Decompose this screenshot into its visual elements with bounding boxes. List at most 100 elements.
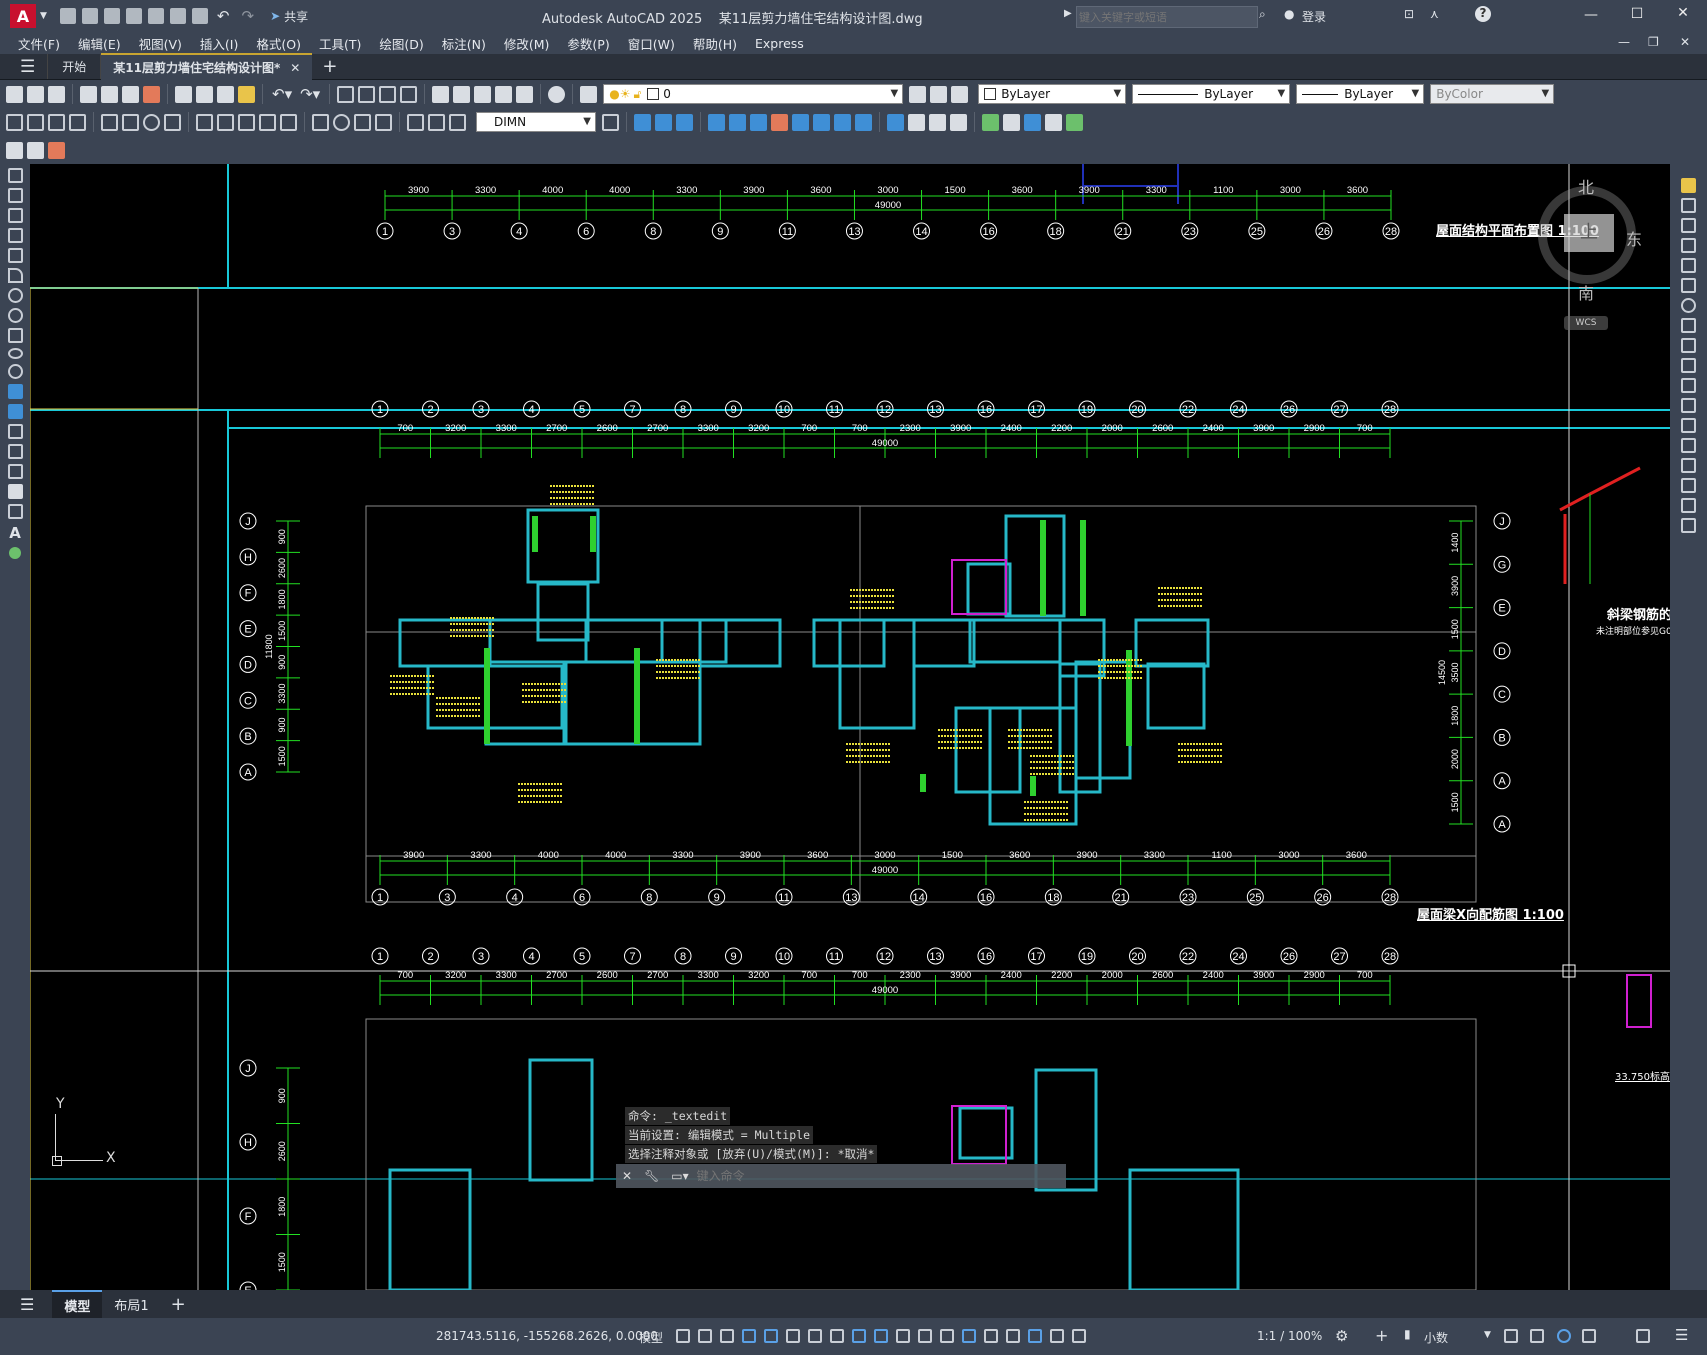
ortho-icon[interactable] bbox=[764, 1329, 778, 1343]
construction-line-icon[interactable] bbox=[7, 188, 23, 203]
tab-start[interactable]: 开始 bbox=[47, 54, 102, 79]
copy-icon[interactable] bbox=[1681, 198, 1696, 213]
doc-minimize-button[interactable]: — bbox=[1618, 35, 1630, 49]
dimstyle-dropdown[interactable]: DIMN ▼ bbox=[476, 112, 596, 132]
layer-tools-icon[interactable] bbox=[48, 141, 65, 159]
zoom-realtime-icon[interactable] bbox=[358, 85, 376, 103]
move-faces-icon[interactable] bbox=[729, 113, 746, 131]
menu-dimension[interactable]: 标注(N) bbox=[442, 34, 486, 53]
cart-icon[interactable]: ⊡ bbox=[1404, 7, 1414, 21]
pan-icon[interactable] bbox=[337, 85, 355, 103]
redo-icon[interactable]: ↷ bbox=[242, 7, 255, 25]
plotstyle-dropdown[interactable]: ByColor ▼ bbox=[1430, 84, 1555, 104]
copy-faces-icon[interactable] bbox=[834, 113, 851, 131]
transparency-icon[interactable] bbox=[896, 1329, 910, 1343]
command-input[interactable] bbox=[694, 1166, 1066, 1186]
units-dropdown[interactable]: 小数 bbox=[1424, 1329, 1448, 1346]
clean-screen-icon[interactable] bbox=[1636, 1329, 1650, 1343]
inspect-icon[interactable] bbox=[354, 113, 371, 131]
autodesk-app-icon[interactable]: ⋏ bbox=[1430, 7, 1439, 21]
rectangle-icon[interactable] bbox=[7, 248, 23, 263]
user-icon[interactable]: ● bbox=[1284, 7, 1294, 21]
gradient-icon[interactable] bbox=[7, 464, 23, 479]
match-properties-icon[interactable] bbox=[238, 85, 255, 103]
annotation-scale-value[interactable]: 1:1 / 100% bbox=[1257, 1329, 1322, 1343]
arc-length-icon[interactable] bbox=[48, 113, 65, 131]
grid-icon[interactable] bbox=[676, 1329, 690, 1343]
hamburger-menu-icon[interactable]: ☰ bbox=[20, 57, 35, 77]
viewcube-south[interactable]: 南 bbox=[1578, 280, 1594, 304]
annotation-visibility-icon[interactable] bbox=[1028, 1329, 1042, 1343]
separate-icon[interactable] bbox=[982, 113, 999, 131]
save-as-icon[interactable] bbox=[125, 8, 142, 24]
object-snap-icon[interactable] bbox=[852, 1329, 866, 1343]
share-icon[interactable]: ➤ bbox=[270, 9, 280, 23]
baseline-icon[interactable] bbox=[217, 113, 234, 131]
dim-text-edit-icon[interactable] bbox=[428, 113, 445, 131]
isodraft-icon[interactable] bbox=[808, 1329, 822, 1343]
undo-icon[interactable]: ↶ bbox=[217, 7, 230, 25]
delete-faces-icon[interactable] bbox=[771, 113, 788, 131]
plot-icon[interactable] bbox=[80, 85, 97, 103]
tab-document[interactable]: 某11层剪力墙住宅结构设计图* ✕ bbox=[101, 53, 313, 80]
spline-icon[interactable] bbox=[7, 328, 23, 343]
plot-icon[interactable] bbox=[191, 8, 208, 24]
move-icon[interactable] bbox=[1681, 278, 1696, 293]
model-space-button[interactable]: 模型 bbox=[639, 1329, 663, 1346]
check-icon[interactable] bbox=[1024, 113, 1041, 131]
diameter-icon[interactable] bbox=[143, 113, 160, 131]
doc-close-button[interactable]: ✕ bbox=[1680, 35, 1690, 49]
add-selected-icon[interactable] bbox=[9, 547, 21, 559]
auto-scale-icon[interactable] bbox=[1050, 1329, 1064, 1343]
menu-modify[interactable]: 修改(M) bbox=[504, 34, 550, 53]
dim-edit-icon[interactable] bbox=[407, 113, 424, 131]
gizmo-icon[interactable] bbox=[1006, 1329, 1020, 1343]
quick-dim-icon[interactable] bbox=[196, 113, 213, 131]
aligned-dim-icon[interactable] bbox=[27, 113, 44, 131]
jogged-icon[interactable] bbox=[122, 113, 139, 131]
redo-icon[interactable]: ↷▾ bbox=[300, 85, 320, 103]
selection-filter-icon[interactable] bbox=[984, 1329, 998, 1343]
annotation-monitor-icon[interactable]: + bbox=[1375, 1326, 1388, 1345]
circle-icon[interactable] bbox=[7, 288, 23, 303]
selection-cycling-icon[interactable] bbox=[918, 1329, 932, 1343]
3d-osnap-icon[interactable] bbox=[940, 1329, 954, 1343]
menu-view[interactable]: 视图(V) bbox=[139, 34, 182, 53]
break-icon[interactable] bbox=[1681, 418, 1696, 433]
subtract-icon[interactable] bbox=[655, 113, 672, 131]
dim-space-icon[interactable] bbox=[259, 113, 276, 131]
snap-icon[interactable] bbox=[698, 1329, 712, 1343]
tolerance-icon[interactable] bbox=[312, 113, 329, 131]
copy-edges-icon[interactable] bbox=[887, 113, 904, 131]
make-block-icon[interactable] bbox=[7, 404, 23, 419]
search-input[interactable] bbox=[1076, 6, 1258, 28]
search-arrow-icon[interactable]: ▶ bbox=[1064, 8, 1072, 19]
zoom-previous-icon[interactable] bbox=[400, 85, 418, 103]
tab-close-icon[interactable]: ✕ bbox=[290, 61, 300, 75]
viewcube-east[interactable]: 东 bbox=[1626, 226, 1642, 250]
autocad-logo-icon[interactable]: A bbox=[10, 4, 36, 28]
color-faces-icon[interactable] bbox=[855, 113, 872, 131]
new-icon[interactable] bbox=[59, 8, 76, 24]
mirror-icon[interactable] bbox=[1681, 218, 1696, 233]
open-icon[interactable] bbox=[27, 85, 44, 103]
ellipse-icon[interactable] bbox=[7, 348, 23, 359]
make-current-icon[interactable] bbox=[909, 85, 927, 103]
copy-icon[interactable] bbox=[196, 85, 213, 103]
menu-tools[interactable]: 工具(T) bbox=[319, 34, 361, 53]
section-icon[interactable] bbox=[1066, 113, 1083, 131]
new-tab-button[interactable]: + bbox=[322, 56, 337, 77]
object-snap-tracking-icon[interactable] bbox=[830, 1329, 844, 1343]
linear-dim-icon[interactable] bbox=[6, 113, 23, 131]
angular-icon[interactable] bbox=[164, 113, 181, 131]
jogged-linear-icon[interactable] bbox=[375, 113, 392, 131]
paste-icon[interactable] bbox=[217, 85, 234, 103]
close-button[interactable]: ✕ bbox=[1660, 5, 1706, 21]
clean-icon[interactable] bbox=[950, 113, 967, 131]
drawing-canvas[interactable]: 3900 3300 4000 4000 3300 3900 3600 3000 1500 3600… bbox=[30, 164, 1670, 1290]
erase-icon[interactable] bbox=[1681, 178, 1696, 193]
color-dropdown[interactable]: ByLayer ▼ bbox=[978, 84, 1127, 104]
isolate-objects-icon[interactable] bbox=[1557, 1329, 1571, 1343]
save-icon[interactable] bbox=[103, 8, 120, 24]
radius-icon[interactable] bbox=[101, 113, 118, 131]
